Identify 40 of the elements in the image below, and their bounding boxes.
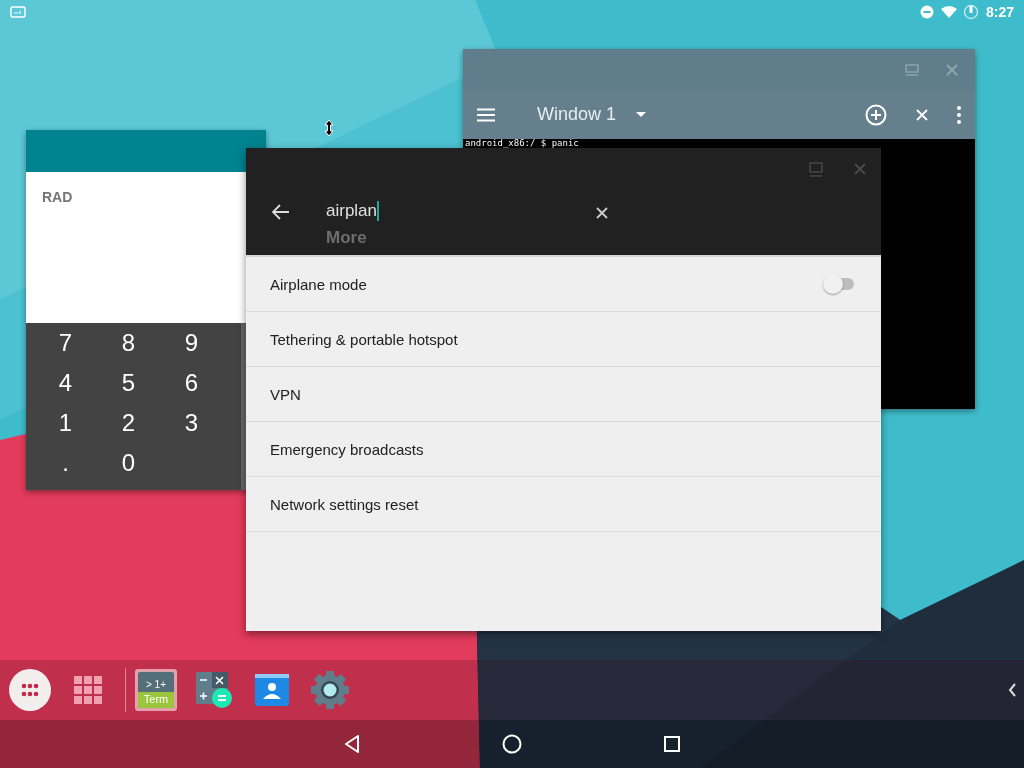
- calculator-key[interactable]: .: [34, 443, 97, 483]
- app-drawer-button[interactable]: [9, 669, 51, 711]
- window-selector[interactable]: Window 1: [537, 104, 617, 125]
- search-result[interactable]: Emergency broadcasts: [246, 422, 881, 477]
- calculator-key[interactable]: 0: [97, 443, 160, 483]
- gear-icon[interactable]: [309, 669, 351, 711]
- notification-icon: [10, 6, 26, 18]
- search-result[interactable]: VPN: [246, 367, 881, 422]
- calculator-key[interactable]: 5: [97, 363, 160, 403]
- calculator-key[interactable]: 9: [160, 323, 223, 363]
- clock-time: 8:27: [985, 4, 1014, 20]
- calculator-key[interactable]: 1: [34, 403, 97, 443]
- calculator-key[interactable]: 4: [34, 363, 97, 403]
- terminal-app-button[interactable]: > 1+ Term: [135, 669, 177, 711]
- menu-icon[interactable]: [477, 107, 495, 122]
- resize-cursor-icon: [323, 119, 335, 137]
- terminal-line: android_x86:/ $ panic: [464, 139, 580, 148]
- back-icon[interactable]: [344, 735, 360, 753]
- wifi-icon: [939, 5, 958, 19]
- search-result[interactable]: Tethering & portable hotspot: [246, 312, 881, 367]
- calculator-app-icon[interactable]: [193, 669, 235, 711]
- do-not-disturb-icon: [919, 5, 934, 19]
- calculator-key[interactable]: 8: [97, 323, 160, 363]
- calculator-key[interactable]: 7: [34, 323, 97, 363]
- chevron-left-icon[interactable]: [1008, 683, 1016, 697]
- dropdown-icon[interactable]: [636, 111, 647, 118]
- calculator-key[interactable]: 6: [160, 363, 223, 403]
- calculator-key[interactable]: 2: [97, 403, 160, 443]
- home-icon[interactable]: [502, 734, 522, 754]
- more-icon[interactable]: [957, 105, 961, 124]
- recents-icon[interactable]: [664, 736, 680, 752]
- clear-icon[interactable]: [595, 206, 609, 220]
- search-result[interactable]: Network settings reset: [246, 477, 881, 532]
- page-title: More: [326, 228, 367, 248]
- add-icon[interactable]: [865, 103, 887, 126]
- search-result[interactable]: Airplane mode: [246, 257, 881, 312]
- angle-mode-label: RAD: [42, 189, 73, 205]
- calculator-key[interactable]: 3: [160, 403, 223, 443]
- back-arrow-icon[interactable]: [272, 204, 290, 220]
- search-field[interactable]: airplan: [326, 201, 380, 221]
